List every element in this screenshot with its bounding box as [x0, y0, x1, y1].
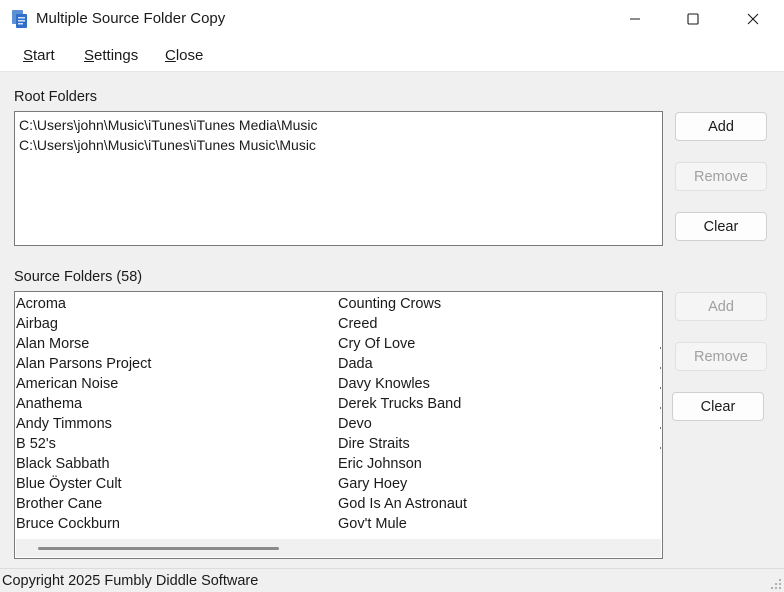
root-add-button[interactable]: Add [675, 112, 767, 141]
list-item[interactable]: Anathema [16, 396, 82, 412]
list-item[interactable]: Black Sabbath [16, 456, 110, 472]
folder-copy-icon [11, 9, 29, 29]
list-item[interactable]: Gov't Mule [338, 516, 407, 532]
window-title: Multiple Source Folder Copy [36, 10, 226, 27]
copyright-text: Copyright 2025 Fumbly Diddle Software [2, 573, 259, 589]
column-overflow-mark [660, 387, 661, 389]
source-remove-button[interactable]: Remove [675, 342, 767, 371]
list-item[interactable]: Alan Parsons Project [16, 356, 151, 372]
resize-grip-icon[interactable] [768, 576, 782, 590]
status-bar: Copyright 2025 Fumbly Diddle Software [0, 568, 784, 592]
list-item[interactable]: God Is An Astronaut [338, 496, 467, 512]
column-overflow-mark [660, 407, 661, 409]
list-item[interactable]: Devo [338, 416, 372, 432]
list-item[interactable]: Blue Öyster Cult [16, 476, 122, 492]
column-overflow-mark [660, 347, 661, 349]
minimize-icon [629, 13, 641, 25]
list-item[interactable]: Alan Morse [16, 336, 89, 352]
list-item[interactable]: Brother Cane [16, 496, 102, 512]
menu-close[interactable]: Close [165, 47, 203, 64]
minimize-button[interactable] [606, 0, 664, 38]
list-item[interactable]: Bruce Cockburn [16, 516, 120, 532]
list-item[interactable]: Dire Straits [338, 436, 410, 452]
menu-bar: Start Settings Close [0, 38, 784, 72]
root-folders-label: Root Folders [14, 89, 98, 105]
title-bar[interactable]: Multiple Source Folder Copy [0, 0, 784, 38]
maximize-icon [687, 13, 699, 25]
list-item[interactable]: Airbag [16, 316, 58, 332]
scrollbar-thumb[interactable] [38, 547, 279, 550]
source-folders-label: Source Folders (58) [14, 269, 143, 285]
close-window-button[interactable] [724, 0, 782, 38]
column-overflow-mark [660, 447, 661, 449]
list-item[interactable]: Dada [338, 356, 373, 372]
root-folders-list[interactable]: C:\Users\john\Music\iTunes\iTunes Media\… [14, 111, 663, 246]
menu-start[interactable]: Start [23, 47, 55, 64]
list-item[interactable]: Gary Hoey [338, 476, 407, 492]
list-item[interactable]: C:\Users\john\Music\iTunes\iTunes Music\… [19, 137, 316, 153]
list-item[interactable]: Cry Of Love [338, 336, 415, 352]
source-add-button[interactable]: Add [675, 292, 767, 321]
list-item[interactable]: B 52's [16, 436, 56, 452]
list-item[interactable]: Andy Timmons [16, 416, 112, 432]
source-clear-button[interactable]: Clear [672, 392, 764, 421]
column-overflow-mark [660, 427, 661, 429]
maximize-button[interactable] [664, 0, 722, 38]
root-remove-button[interactable]: Remove [675, 162, 767, 191]
list-item[interactable]: Eric Johnson [338, 456, 422, 472]
source-folders-list[interactable]: Acroma Airbag Alan Morse Alan Parsons Pr… [14, 291, 663, 559]
column-overflow-mark [660, 367, 661, 369]
menu-settings[interactable]: Settings [84, 47, 138, 64]
list-item[interactable]: C:\Users\john\Music\iTunes\iTunes Media\… [19, 117, 318, 133]
root-clear-button[interactable]: Clear [675, 212, 767, 241]
list-item[interactable]: Acroma [16, 296, 66, 312]
horizontal-scrollbar[interactable] [16, 539, 661, 557]
list-item[interactable]: Creed [338, 316, 378, 332]
list-item[interactable]: Derek Trucks Band [338, 396, 461, 412]
list-item[interactable]: American Noise [16, 376, 118, 392]
list-item[interactable]: Counting Crows [338, 296, 441, 312]
list-item[interactable]: Davy Knowles [338, 376, 430, 392]
close-icon [747, 13, 759, 25]
